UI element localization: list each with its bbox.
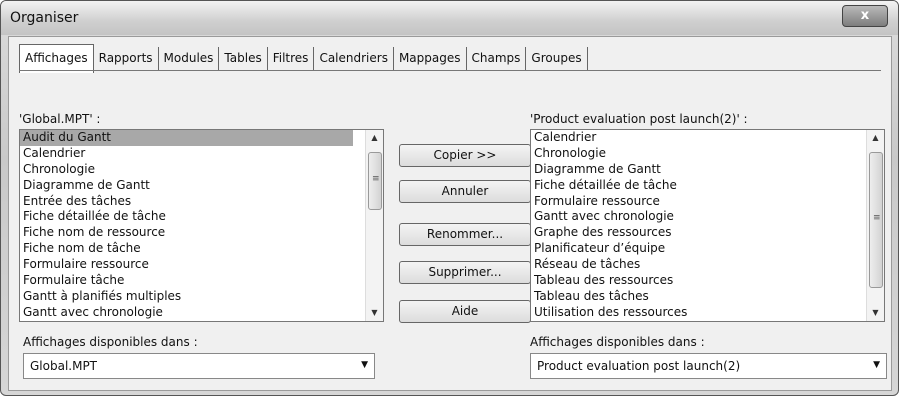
window-title: Organiser [10,10,79,26]
tab-affichages[interactable]: Affichages [19,44,94,73]
tab-modules[interactable]: Modules [158,47,220,71]
list-item[interactable]: Calendrier [531,130,884,146]
tab-mappages[interactable]: Mappages [393,47,467,71]
tab-strip: Affichages Rapports Modules Tables Filtr… [19,44,588,73]
list-item[interactable]: Graphe des ressources [531,225,884,241]
triangle-up-icon[interactable]: ▲ [867,130,884,146]
right-views-list[interactable]: Calendrier Chronologie Diagramme de Gant… [530,129,885,322]
delete-button[interactable]: Supprimer... [399,261,531,284]
list-item[interactable]: Formulaire tâche [20,273,383,289]
rename-button[interactable]: Renommer... [399,223,531,246]
list-item[interactable]: Formulaire ressource [531,194,884,210]
list-item[interactable]: Tableau des ressources [531,273,884,289]
tab-calendriers[interactable]: Calendriers [314,47,394,71]
title-bar: Organiser x [1,1,898,35]
left-views-list[interactable]: Audit du Gantt Calendrier Chronologie Di… [19,129,384,322]
list-item[interactable]: Fiche nom de ressource [20,225,383,241]
scroll-thumb[interactable]: ≡ [368,152,382,210]
list-item[interactable]: Chronologie [531,146,884,162]
tab-champs[interactable]: Champs [466,47,527,71]
list-item[interactable]: Utilisation des ressources [531,305,884,321]
organiser-dialog: Organiser x Affichages Rapports Modules … [0,0,899,396]
list-item[interactable]: Gantt avec chronologie [531,209,884,225]
scroll-thumb[interactable]: ≡ [869,152,883,288]
triangle-down-icon: ▼ [873,360,880,370]
left-list-label: 'Global.MPT' : [19,112,101,126]
tab-groupes[interactable]: Groupes [526,47,588,71]
copy-button[interactable]: Copier >> [399,144,531,167]
tab-tables[interactable]: Tables [219,47,268,71]
triangle-down-icon[interactable]: ▼ [867,305,884,321]
list-item[interactable]: Gantt à planifiés multiples [20,289,383,305]
right-avail-label: Affichages disponibles dans : [530,335,705,349]
grip-icon: ≡ [372,174,380,184]
left-file-value: Global.MPT [30,359,98,373]
triangle-down-icon: ▼ [361,360,368,370]
tab-filtres[interactable]: Filtres [267,47,315,71]
list-item[interactable]: Fiche détaillée de tâche [20,209,383,225]
list-item[interactable]: Audit du Gantt [20,130,353,146]
list-item[interactable]: Diagramme de Gantt [20,178,383,194]
list-item[interactable]: Diagramme de Gantt [531,162,884,178]
right-scrollbar[interactable]: ▲ ≡ ▼ [866,130,884,321]
tab-divider [19,70,881,71]
list-item[interactable]: Tableau des tâches [531,289,884,305]
list-item[interactable]: Gantt avec chronologie [20,305,383,321]
list-item[interactable]: Fiche détaillée de tâche [531,178,884,194]
right-file-select[interactable]: Product evaluation post launch(2) ▼ [530,353,887,379]
right-list-label: 'Product evaluation post launch(2)' : [530,112,748,126]
left-scrollbar[interactable]: ▲ ≡ ▼ [365,130,383,321]
list-item[interactable]: Planificateur d’équipe [531,241,884,257]
dialog-body: Affichages Rapports Modules Tables Filtr… [8,36,892,391]
list-item[interactable]: Réseau de tâches [531,257,884,273]
triangle-down-icon[interactable]: ▼ [366,305,383,321]
left-file-select[interactable]: Global.MPT ▼ [23,353,375,379]
close-icon: x [860,8,870,23]
list-item[interactable]: Entrée des tâches [20,194,383,210]
list-item[interactable]: Chronologie [20,162,383,178]
cancel-button[interactable]: Annuler [399,180,531,203]
list-item[interactable]: Calendrier [20,146,383,162]
list-item[interactable]: Formulaire ressource [20,257,383,273]
grip-icon: ≡ [873,213,881,223]
triangle-up-icon[interactable]: ▲ [366,130,383,146]
list-item[interactable]: Fiche nom de tâche [20,241,383,257]
left-avail-label: Affichages disponibles dans : [23,335,198,349]
help-button[interactable]: Aide [399,300,531,323]
tab-rapports[interactable]: Rapports [93,47,159,71]
right-file-value: Product evaluation post launch(2) [537,359,741,373]
close-button[interactable]: x [842,5,888,27]
